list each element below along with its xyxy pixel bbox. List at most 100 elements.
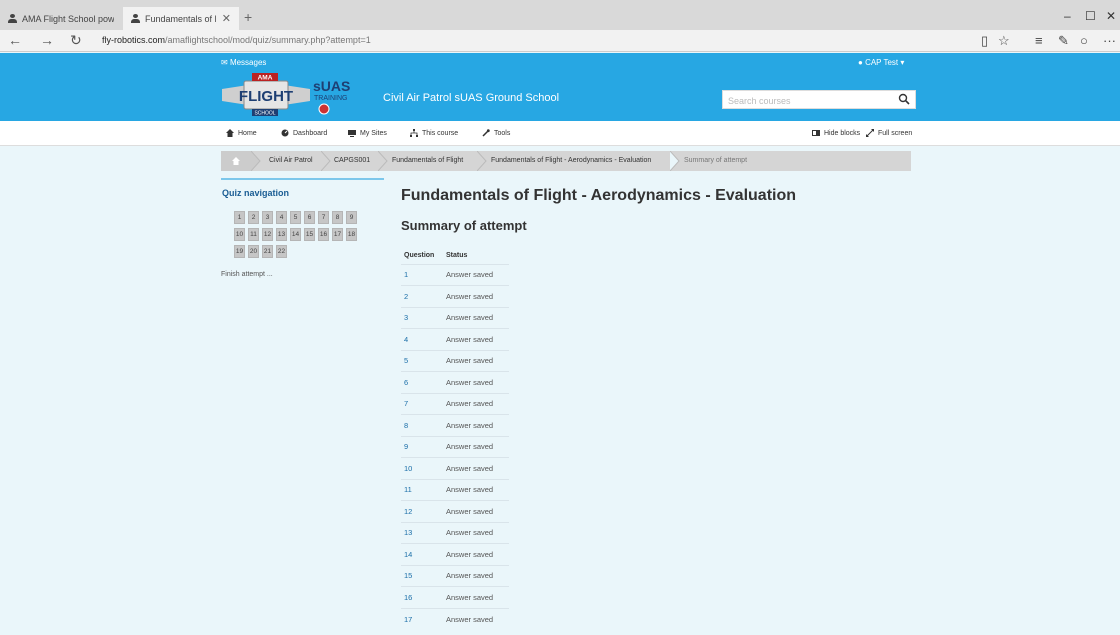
column-header-question: Question <box>404 252 435 260</box>
forward-arrow-icon[interactable]: → <box>40 32 54 48</box>
table-header-row: Question Status <box>401 248 509 264</box>
logo-flight-text: FLIGHT <box>239 88 293 105</box>
breadcrumb-home[interactable] <box>221 151 251 171</box>
share-icon[interactable]: ○ <box>1080 33 1088 48</box>
page-title: Fundamentals of Flight - Aerodynamics - … <box>401 187 797 204</box>
question-number-link[interactable]: 3 <box>401 306 443 329</box>
question-button[interactable]: 6 <box>304 211 315 224</box>
question-number-link[interactable]: 13 <box>401 521 443 544</box>
question-status: Answer saved <box>443 586 509 608</box>
maximize-icon[interactable]: ☐ <box>1085 9 1096 23</box>
logo-suas-text: sUAS <box>313 78 350 94</box>
question-number-link[interactable]: 9 <box>401 435 443 458</box>
question-button[interactable]: 1 <box>234 211 245 224</box>
nav-my-sites[interactable]: My Sites <box>348 129 387 137</box>
minimize-icon[interactable]: – <box>1064 9 1071 23</box>
question-number-link[interactable]: 6 <box>401 371 443 393</box>
question-button[interactable]: 5 <box>290 211 301 224</box>
question-button[interactable]: 14 <box>290 228 301 241</box>
question-button[interactable]: 18 <box>346 228 357 241</box>
url-field[interactable]: fly-robotics.com/amaflightschool/mod/qui… <box>102 35 371 45</box>
favorite-star-icon[interactable]: ☆ <box>998 33 1010 49</box>
full-screen-button[interactable]: Full screen <box>866 129 912 137</box>
home-icon <box>226 129 234 137</box>
school-name[interactable]: Civil Air Patrol sUAS Ground School <box>383 92 559 104</box>
breadcrumb: Civil Air Patrol CAPGS001 Fundamentals o… <box>221 151 911 171</box>
attempt-summary-table: Question Status 1 Answer saved 2 Answer sav… <box>401 248 509 630</box>
question-button[interactable]: 8 <box>332 211 343 224</box>
finish-attempt-link[interactable]: Finish attempt ... <box>221 271 273 278</box>
question-number-link[interactable]: 15 <box>401 564 443 587</box>
question-button[interactable]: 9 <box>346 211 357 224</box>
browser-tab-active[interactable]: Fundamentals of Flight ✕ <box>123 7 239 30</box>
question-status: Answer saved <box>443 328 509 350</box>
question-status: Answer saved <box>443 564 509 587</box>
refresh-icon[interactable]: ↻ <box>70 32 82 49</box>
nav-tools[interactable]: Tools <box>482 129 510 137</box>
close-tab-icon[interactable]: ✕ <box>222 12 231 25</box>
back-arrow-icon[interactable]: ← <box>8 32 22 48</box>
more-icon[interactable]: ··· <box>1103 33 1116 48</box>
breadcrumb-item[interactable]: Fundamentals of Flight <box>392 151 463 171</box>
question-number-link[interactable]: 4 <box>401 328 443 350</box>
breadcrumb-item[interactable]: Civil Air Patrol <box>269 151 313 171</box>
question-button[interactable]: 16 <box>318 228 329 241</box>
question-number-link[interactable]: 10 <box>401 457 443 479</box>
table-row: 16 Answer saved <box>401 586 509 608</box>
question-button[interactable]: 13 <box>276 228 287 241</box>
question-button[interactable]: 2 <box>248 211 259 224</box>
question-number-link[interactable]: 14 <box>401 543 443 565</box>
search-input[interactable] <box>723 92 893 110</box>
close-window-icon[interactable]: ✕ <box>1106 9 1116 23</box>
table-row: 17 Answer saved <box>401 607 509 630</box>
question-button[interactable]: 15 <box>304 228 315 241</box>
url-host: fly-robotics.com <box>102 35 166 45</box>
question-button[interactable]: 7 <box>318 211 329 224</box>
hub-icon[interactable]: ≡ <box>1035 33 1043 48</box>
messages-link[interactable]: ✉ Messages <box>221 58 266 67</box>
logo-ama-text: AMA <box>258 75 273 82</box>
question-status: Answer saved <box>443 414 509 436</box>
question-number-link[interactable]: 7 <box>401 392 443 415</box>
question-button[interactable]: 21 <box>262 245 273 258</box>
web-note-icon[interactable]: ✎ <box>1058 33 1069 49</box>
breadcrumb-item[interactable]: CAPGS001 <box>334 151 370 171</box>
user-name: CAP Test <box>865 58 899 67</box>
table-row: 15 Answer saved <box>401 564 509 587</box>
question-button[interactable]: 22 <box>276 245 287 258</box>
hide-blocks-icon <box>812 130 820 136</box>
search-icon[interactable] <box>898 93 910 105</box>
question-button[interactable]: 3 <box>262 211 273 224</box>
question-number-link[interactable]: 5 <box>401 349 443 372</box>
question-number-link[interactable]: 17 <box>401 607 443 630</box>
reading-view-icon[interactable]: ▯ <box>981 33 988 49</box>
home-icon <box>232 157 240 165</box>
browser-tab[interactable]: AMA Flight School powerec <box>0 7 122 30</box>
question-number-link[interactable]: 2 <box>401 285 443 307</box>
hide-blocks-button[interactable]: Hide blocks <box>812 129 860 137</box>
user-menu[interactable]: ● CAP Test ▾ <box>858 58 904 67</box>
messages-label: Messages <box>229 58 267 67</box>
question-button[interactable]: 20 <box>248 245 259 258</box>
ama-flight-school-logo[interactable]: AMA FLIGHT SCHOOL sUAS TRAINING <box>222 71 382 119</box>
question-button[interactable]: 12 <box>262 228 273 241</box>
new-tab-icon[interactable]: + <box>244 9 252 25</box>
question-number-link[interactable]: 8 <box>401 414 443 436</box>
breadcrumb-item[interactable]: Fundamentals of Flight - Aerodynamics - … <box>491 151 651 171</box>
question-number-link[interactable]: 12 <box>401 500 443 522</box>
question-number-link[interactable]: 1 <box>401 263 443 286</box>
question-number-link[interactable]: 11 <box>401 478 443 501</box>
nav-home[interactable]: Home <box>226 129 257 137</box>
question-button[interactable]: 10 <box>234 228 245 241</box>
question-number-link[interactable]: 16 <box>401 586 443 608</box>
nav-this-course[interactable]: This course <box>410 129 458 137</box>
nav-this-course-label: This course <box>422 129 459 137</box>
question-status: Answer saved <box>443 500 509 522</box>
question-button[interactable]: 4 <box>276 211 287 224</box>
question-button[interactable]: 19 <box>234 245 245 258</box>
sites-icon <box>348 130 356 137</box>
table-row: 4 Answer saved <box>401 328 509 350</box>
question-button[interactable]: 11 <box>248 228 259 241</box>
question-button[interactable]: 17 <box>332 228 343 241</box>
nav-dashboard[interactable]: Dashboard <box>281 129 327 137</box>
